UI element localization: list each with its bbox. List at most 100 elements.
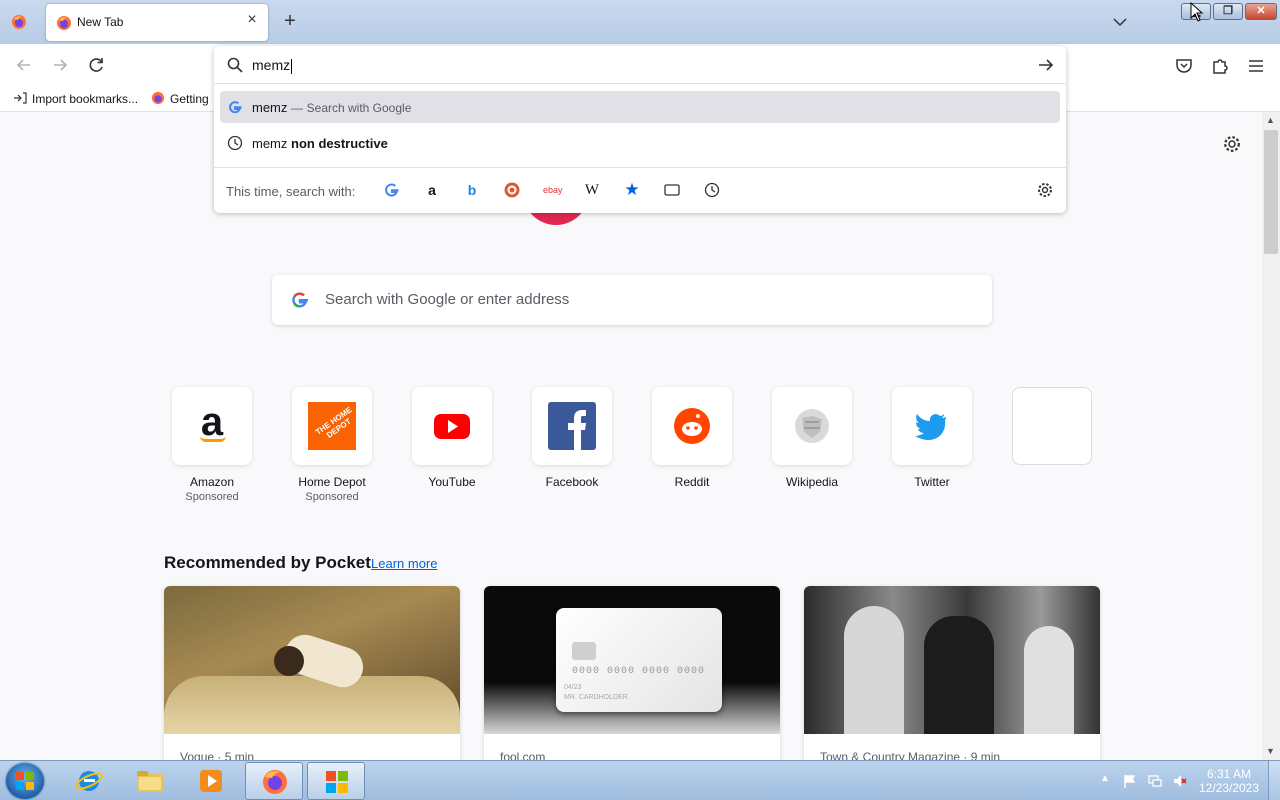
gear-icon[interactable] — [1036, 181, 1054, 199]
explorer-folder-icon — [137, 771, 163, 792]
plus-icon[interactable]: + — [280, 11, 300, 31]
chevron-down-icon[interactable] — [1111, 13, 1129, 31]
search-icon — [227, 57, 243, 73]
clock-time: 6:31 AM — [1206, 767, 1252, 781]
pocket-card-town-country[interactable]: Town & Country Magazine · 9 min — [804, 586, 1100, 760]
show-desktop-button[interactable] — [1268, 761, 1280, 800]
urlbar-dropdown: memz memz — Search with Google memz non … — [214, 46, 1066, 213]
tray-expand-icon[interactable]: ▲ — [1100, 773, 1116, 789]
extensions-icon[interactable] — [1210, 56, 1230, 76]
youtube-icon — [434, 414, 470, 439]
forward-icon[interactable] — [49, 54, 71, 76]
arrow-right-icon[interactable] — [1036, 55, 1056, 75]
bing-icon[interactable]: b — [463, 181, 481, 199]
tab-strip: New Tab × + ▁ ❐ ✕ — [0, 0, 1280, 44]
bookmarks-star-icon[interactable]: ★ — [623, 181, 641, 199]
clock-date: 12/23/2023 — [1198, 781, 1260, 795]
shortcut-twitter[interactable]: Twitter — [892, 387, 972, 489]
bookmark-label: Getting — [170, 92, 209, 106]
close-icon[interactable]: × — [244, 12, 260, 28]
reload-icon[interactable] — [85, 54, 107, 76]
shortcut-reddit[interactable]: Reddit — [652, 387, 732, 489]
taskbar-media-player[interactable] — [182, 762, 240, 800]
one-off-label: This time, search with: — [226, 184, 356, 199]
back-icon[interactable] — [13, 54, 35, 76]
windows-logo-icon — [16, 772, 34, 790]
taskbar: ▲ 6:31 AM 12/23/2023 — [0, 760, 1280, 800]
reddit-icon — [674, 408, 710, 444]
history-icon[interactable] — [703, 181, 721, 199]
amazon-icon[interactable]: a — [423, 181, 441, 199]
wikipedia-icon — [795, 409, 829, 443]
shortcut-label: Home Depot — [298, 475, 366, 489]
taskbar-ie[interactable] — [60, 762, 118, 800]
start-button[interactable] — [6, 763, 44, 799]
tabs-icon[interactable] — [663, 181, 681, 199]
firefox-icon[interactable] — [11, 14, 27, 30]
shortcut-empty[interactable] — [1012, 387, 1092, 465]
suggestion-history[interactable]: memz non destructive — [220, 127, 1060, 159]
pocket-card-vogue[interactable]: Vogue · 5 min — [164, 586, 460, 760]
urlbar-input[interactable]: memz — [252, 57, 293, 74]
scrollbar-thumb[interactable] — [1264, 130, 1278, 254]
scroll-up-icon[interactable]: ▲ — [1266, 115, 1275, 125]
sponsored-label: Sponsored — [305, 491, 359, 503]
tab-new-tab[interactable]: New Tab × — [46, 4, 268, 41]
volume-muted-icon[interactable] — [1172, 773, 1188, 789]
google-icon — [292, 292, 308, 308]
shortcut-amazon[interactable]: a Amazon Sponsored — [172, 387, 252, 503]
close-window-button[interactable]: ✕ — [1245, 3, 1277, 20]
import-icon — [14, 92, 27, 104]
facebook-icon — [548, 402, 596, 450]
taskbar-firefox[interactable] — [245, 762, 303, 800]
menu-icon[interactable] — [1246, 56, 1266, 76]
suggestion-search-google[interactable]: memz — Search with Google — [220, 91, 1060, 123]
mouse-cursor-icon — [1190, 2, 1204, 22]
scroll-down-icon[interactable]: ▼ — [1266, 746, 1275, 756]
newtab-search-placeholder: Search with Google or enter address — [325, 291, 570, 308]
suggestion-prefix: memz — [252, 136, 288, 151]
learn-more-link[interactable]: Learn more — [371, 556, 437, 571]
taskbar-explorer[interactable] — [121, 762, 179, 800]
network-icon[interactable] — [1147, 773, 1163, 789]
firefox-icon — [151, 91, 165, 105]
suggestion-separator: — — [291, 101, 304, 115]
bookmark-getting-started[interactable]: Getting — [151, 91, 209, 106]
windows-app-icon — [326, 771, 348, 793]
shortcut-home-depot[interactable]: THE HOME DEPOT Home Depot Sponsored — [292, 387, 372, 503]
restore-button[interactable]: ❐ — [1213, 3, 1243, 20]
action-center-flag-icon[interactable] — [1122, 773, 1138, 789]
twitter-icon — [915, 414, 946, 441]
firefox-icon — [57, 16, 71, 30]
sponsored-label: Sponsored — [185, 491, 239, 503]
shortcut-youtube[interactable]: YouTube — [412, 387, 492, 489]
shortcut-label: Twitter — [914, 475, 950, 489]
shortcut-wikipedia[interactable]: Wikipedia — [772, 387, 852, 489]
home-depot-text: THE HOME DEPOT — [313, 405, 354, 440]
one-off-search-bar: This time, search with: a b ebay W ★ — [214, 167, 1066, 213]
wikipedia-icon[interactable]: W — [583, 181, 601, 199]
amazon-icon: a — [188, 402, 236, 450]
google-icon — [229, 101, 242, 114]
shortcut-facebook[interactable]: Facebook — [532, 387, 612, 489]
system-clock[interactable]: 6:31 AM 12/23/2023 — [1196, 767, 1262, 795]
history-icon — [227, 135, 243, 151]
newtab-search-box[interactable]: Search with Google or enter address — [272, 275, 992, 325]
taskbar-windows-app[interactable] — [307, 762, 365, 800]
page-scrollbar[interactable]: ▲ ▼ — [1262, 112, 1280, 760]
pocket-title: Recommended by Pocket — [164, 553, 371, 572]
firefox-icon — [263, 770, 287, 794]
bookmark-import[interactable]: Import bookmarks... — [13, 91, 138, 106]
card-date: 04/23 — [564, 684, 582, 691]
duckduckgo-icon[interactable] — [503, 181, 521, 199]
ebay-icon[interactable]: ebay — [543, 181, 563, 199]
pocket-icon[interactable] — [1174, 56, 1194, 76]
urlbar[interactable]: memz — [214, 46, 1066, 84]
card-image — [804, 586, 1100, 734]
google-icon[interactable] — [383, 181, 401, 199]
suggestion-hint: Search with Google — [306, 101, 412, 115]
tab-title: New Tab — [77, 15, 124, 29]
pocket-card-fool[interactable]: 0000 0000 0000 0000 04/23 MR. CARDHOLDER… — [484, 586, 780, 760]
gear-icon[interactable] — [1222, 134, 1242, 154]
home-depot-icon: THE HOME DEPOT — [308, 402, 356, 450]
